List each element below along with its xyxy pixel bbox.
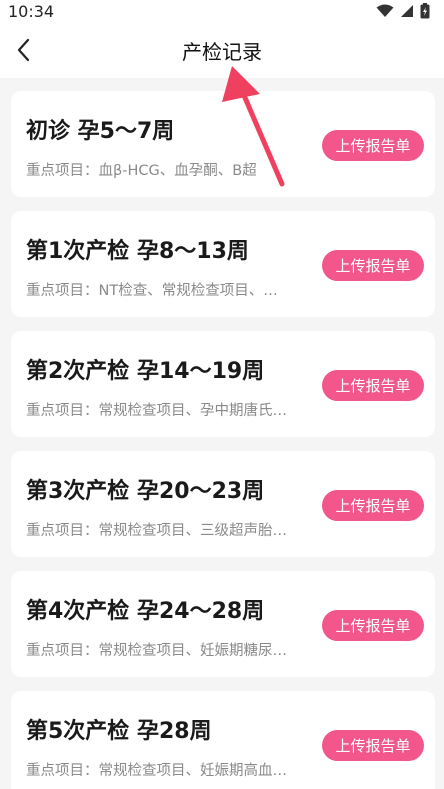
- record-card[interactable]: 第2次产检 孕14～19周 重点项目：常规检查项目、孕中期唐氏… 上传报告单: [11, 331, 435, 437]
- record-card[interactable]: 第3次产检 孕20～23周 重点项目：常规检查项目、三级超声胎… 上传报告单: [11, 451, 435, 557]
- record-title: 第3次产检 孕20～23周: [26, 479, 265, 504]
- record-description: 重点项目：常规检查项目、妊娠期高血…: [26, 763, 287, 779]
- record-card[interactable]: 第1次产检 孕8～13周 重点项目：NT检查、常规检查项目、… 上传报告单: [11, 211, 435, 317]
- record-title: 第5次产检 孕28周: [26, 719, 212, 744]
- upload-report-button[interactable]: 上传报告单: [322, 130, 424, 161]
- record-card[interactable]: 第4次产检 孕24～28周 重点项目：常规检查项目、妊娠期糖尿… 上传报告单: [11, 571, 435, 677]
- record-title: 第2次产检 孕14～19周: [26, 359, 265, 384]
- record-description: 重点项目：NT检查、常规检查项目、…: [26, 283, 278, 299]
- status-bar: 10:34: [0, 0, 444, 22]
- record-title: 第4次产检 孕24～28周: [26, 599, 265, 624]
- status-time: 10:34: [8, 1, 55, 21]
- page-title: 产检记录: [182, 39, 262, 64]
- title-bar: 产检记录: [0, 22, 444, 78]
- upload-report-button[interactable]: 上传报告单: [322, 370, 424, 401]
- record-description: 重点项目：常规检查项目、孕中期唐氏…: [26, 403, 287, 419]
- record-title: 初诊 孕5～7周: [26, 119, 175, 144]
- upload-report-button[interactable]: 上传报告单: [322, 610, 424, 641]
- record-description: 重点项目：常规检查项目、妊娠期糖尿…: [26, 643, 287, 659]
- record-card[interactable]: 第5次产检 孕28周 重点项目：常规检查项目、妊娠期高血… 上传报告单: [11, 691, 435, 789]
- wifi-icon: [376, 4, 394, 17]
- upload-report-button[interactable]: 上传报告单: [322, 250, 424, 281]
- upload-report-button[interactable]: 上传报告单: [322, 730, 424, 761]
- battery-icon: [420, 3, 430, 19]
- record-description: 重点项目：常规检查项目、三级超声胎…: [26, 523, 287, 539]
- record-description: 重点项目：血β-HCG、血孕酮、B超: [26, 163, 257, 179]
- record-title: 第1次产检 孕8～13周: [26, 239, 249, 264]
- record-card[interactable]: 初诊 孕5～7周 重点项目：血β-HCG、血孕酮、B超 上传报告单: [11, 91, 435, 197]
- signal-icon: [401, 5, 413, 17]
- status-icons: [376, 3, 430, 19]
- upload-report-button[interactable]: 上传报告单: [322, 490, 424, 521]
